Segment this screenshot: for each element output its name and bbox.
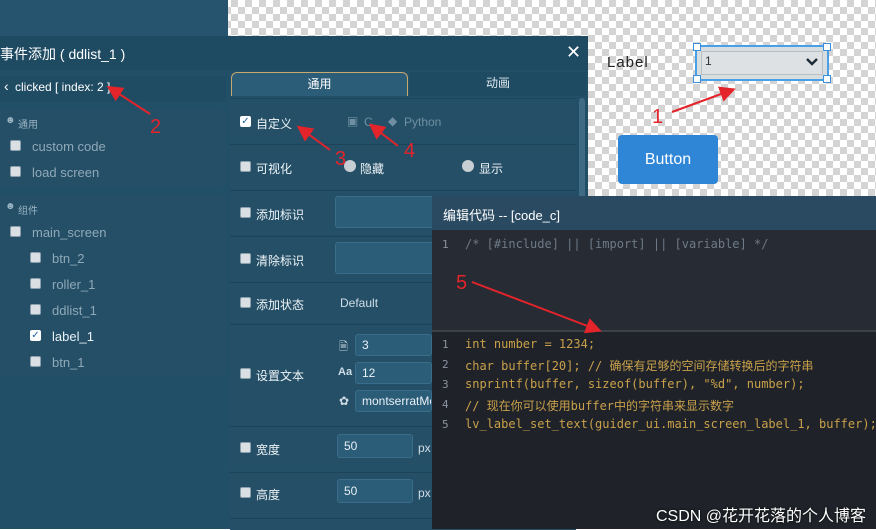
set-text-label: 设置文本 [256,369,305,383]
python-icon: ◆ [388,114,398,128]
code-line[interactable]: lv_label_set_text(guider_ui.main_screen_… [465,417,876,431]
dropdown-value: 1 [705,54,712,68]
resize-handle[interactable] [823,75,831,83]
clear-flag-field[interactable] [335,242,435,274]
line-number: 2 [442,358,449,371]
show-label: 显示 [479,162,504,176]
tree-item-roller-1[interactable]: roller_1 [52,277,95,292]
resize-handle[interactable] [693,75,701,83]
group-header: 通用 [18,120,38,131]
custom-label: 自定义 [256,117,293,131]
resize-handle[interactable] [693,43,701,51]
add-flag-field[interactable] [335,196,435,228]
user-icon: ☻ [5,201,16,212]
set-text-checkbox[interactable] [240,368,251,379]
canvas-button-widget[interactable]: Button [618,135,718,184]
line-number: 3 [442,378,449,391]
code-line[interactable]: /* [#include] || [import] || [variable] … [465,237,768,251]
line-number: 1 [442,238,449,251]
resize-handle[interactable] [823,43,831,51]
checkbox[interactable] [30,278,41,289]
lang-python-option[interactable]: Python [404,115,441,129]
checkbox[interactable] [30,356,41,367]
annotation-4: 4 [404,140,416,162]
editor-divider [432,330,876,332]
code-line[interactable]: snprintf(buffer, sizeof(buffer), "%d", n… [465,377,805,391]
state-value[interactable]: Default [340,296,378,310]
tab-general[interactable]: 通用 [231,72,408,96]
line-number: 5 [442,418,449,431]
checkbox[interactable] [10,166,21,177]
tree-item-ddlist-1[interactable]: ddlist_1 [52,303,97,318]
add-state-label: 添加状态 [256,298,305,312]
breadcrumb-label: clicked [ index: 2 ] [15,80,111,94]
palette-icon: ✿ [339,394,350,408]
visual-label: 可视化 [256,162,293,176]
line-number: 1 [442,338,449,351]
width-label: 宽度 [256,443,281,457]
add-flag-checkbox[interactable] [240,207,251,218]
custom-checkbox[interactable]: ✓ [240,116,251,127]
canvas-dropdown-widget[interactable]: 1 [693,43,831,83]
watermark: CSDN @花开花落的个人博客 [656,508,867,525]
chevron-down-icon [805,54,819,72]
canvas-label-widget[interactable]: Label [607,54,649,71]
checkbox[interactable] [10,140,21,151]
group-header: 组件 [18,206,38,217]
clear-flag-checkbox[interactable] [240,253,251,264]
close-icon[interactable]: ✕ [566,42,581,63]
font-size-field[interactable]: 12 [355,362,432,384]
tree-item-label-1[interactable]: label_1 [52,329,94,344]
checkbox[interactable] [30,252,41,263]
code-line[interactable]: int number = 1234; [465,337,595,351]
annotation-1: 1 [652,106,664,128]
tab-animation[interactable]: 动画 [410,72,586,96]
code-icon: ▣ [347,114,359,128]
add-state-checkbox[interactable] [240,297,251,308]
checkbox[interactable] [30,304,41,315]
editor-title: 编辑代码 -- [code_c] [443,208,561,223]
code-line[interactable]: // 现在你可以使用buffer中的字符串来显示数字 [465,397,734,414]
text-field[interactable]: 3 [355,334,432,356]
text-icon: 🗎 [339,341,348,353]
width-field[interactable]: 50 [337,434,413,458]
tree-item-custom-code[interactable]: custom code [32,139,106,154]
add-flag-label: 添加标识 [256,208,305,222]
annotation-3: 3 [335,148,347,170]
chevron-left-icon[interactable]: ‹ [4,78,9,94]
font-size-icon: Aa [338,366,353,378]
hide-label: 隐藏 [360,162,385,176]
visual-checkbox[interactable] [240,161,251,172]
checkbox-checked[interactable]: ✓ [30,330,41,341]
lang-c-option[interactable]: C [364,115,373,129]
tree-item-btn-2[interactable]: btn_2 [52,251,85,266]
code-line[interactable]: char buffer[20]; // 确保有足够的空间存储转换后的字符串 [465,357,814,374]
height-label: 高度 [256,488,281,502]
clear-flag-label: 清除标识 [256,254,305,268]
tree-item-main-screen[interactable]: main_screen [32,225,106,240]
height-unit: px [418,486,431,500]
width-checkbox[interactable] [240,442,251,453]
font-name-field[interactable]: montserratMe [355,390,432,412]
tree-item-btn-1[interactable]: btn_1 [52,355,85,370]
dialog-title: 事件添加 ( ddlist_1 ) [0,46,126,62]
width-unit: px [418,441,431,455]
line-number: 4 [442,398,449,411]
user-icon: ☻ [5,115,16,126]
checkbox[interactable] [10,226,21,237]
height-field[interactable]: 50 [337,479,413,503]
annotation-2: 2 [150,116,162,138]
annotation-5: 5 [456,272,468,294]
tree-item-load-screen[interactable]: load screen [32,165,99,180]
radio-show[interactable] [462,160,474,172]
height-checkbox[interactable] [240,487,251,498]
